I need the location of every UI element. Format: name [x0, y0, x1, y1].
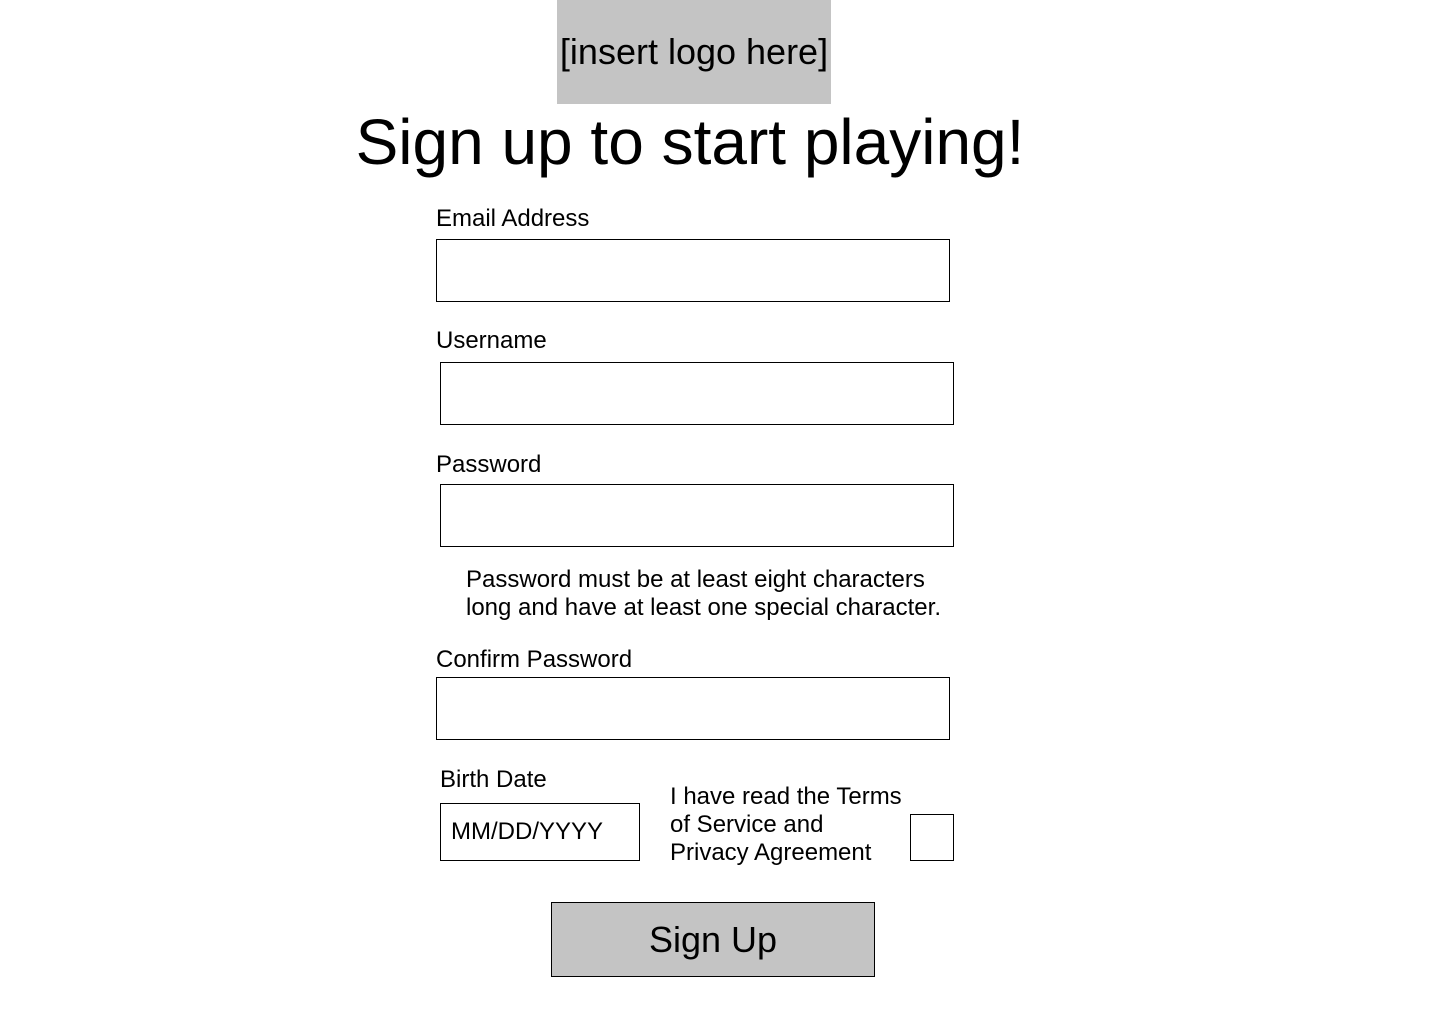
terms-checkbox[interactable]	[910, 814, 954, 861]
password-requirements-hint: Password must be at least eight characte…	[466, 566, 941, 621]
signup-page: [insert logo here] Sign up to start play…	[0, 0, 1440, 1024]
username-input[interactable]	[440, 362, 954, 425]
logo-text: [insert logo here]	[559, 31, 829, 72]
password-label: Password	[436, 451, 542, 478]
birth-date-label: Birth Date	[440, 766, 547, 793]
password-input[interactable]	[440, 484, 954, 547]
sign-up-button[interactable]: Sign Up	[551, 902, 875, 977]
confirm-password-input[interactable]	[436, 677, 950, 740]
email-input[interactable]	[436, 239, 950, 302]
confirm-password-label: Confirm Password	[436, 646, 633, 673]
username-label: Username	[436, 327, 547, 354]
birth-date-input[interactable]	[440, 803, 640, 861]
page-title: Sign up to start playing!	[355, 106, 1025, 178]
logo-placeholder: [insert logo here]	[557, 0, 831, 104]
email-label: Email Address	[436, 205, 590, 232]
terms-agreement-text: I have read the Terms of Service and Pri…	[670, 783, 902, 866]
